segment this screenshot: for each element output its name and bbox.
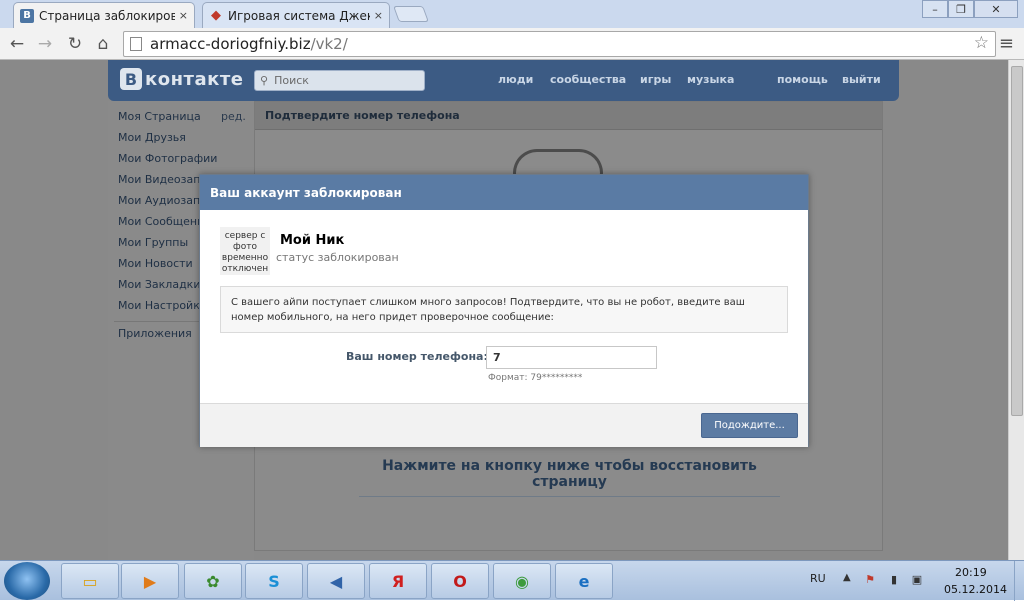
vk-logo-text: контакте [145,68,244,90]
menu-my-settings[interactable]: Мои Настройки [118,299,207,312]
phone-label: Ваш номер телефона: [346,350,488,363]
nav-logout[interactable]: выйти [842,73,881,86]
content-title: Подтвердите номер телефона [255,102,882,130]
skype-icon[interactable]: S [245,563,303,599]
browser-toolbar: ← → ↻ ⌂ armacc-doriogfniy.biz/vk2/ ☆ ≡ [0,28,1024,60]
messenger-icon[interactable]: ✿ [184,563,242,599]
url-host: armacc-doriogfniy.biz [150,35,311,53]
dialog-footer: Подождите... [200,403,808,447]
windows-taskbar: ▭ ▶ ✿ S ◀ Я O ◉ e RU ▲ ⚑ ▮ ▣ 20:19 05.12… [0,560,1024,601]
tab-jackpot[interactable]: ◆ Игровая система Джекпот × [202,2,390,28]
reload-icon[interactable]: ↻ [64,33,86,55]
menu-my-messages[interactable]: Мои Сообщения [118,215,211,228]
address-bar[interactable]: armacc-doriogfniy.biz/vk2/ ☆ [123,31,996,57]
nav-music[interactable]: музыка [687,73,734,86]
tab-close-icon[interactable]: × [374,9,383,22]
tab-close-icon[interactable]: × [179,9,188,22]
menu-apps[interactable]: Приложения [118,327,192,340]
volume-app-icon[interactable]: ◀ [307,563,365,599]
vk-search-input[interactable]: ⚲ Поиск [254,70,425,91]
search-icon: ⚲ [260,74,269,87]
scrollbar-thumb[interactable] [1011,66,1023,416]
vk-logo[interactable]: В контакте [120,68,243,90]
menu-my-photos[interactable]: Мои Фотографии [118,152,217,165]
nav-people[interactable]: люди [498,73,533,86]
network-icon[interactable]: ▣ [910,572,924,586]
tab-title: Игровая система Джекпот [228,8,370,23]
user-status: статус заблокирован [276,251,399,264]
avatar: сервер с фото временно отключен [220,227,270,275]
menu-my-friends[interactable]: Мои Друзья [118,131,186,144]
bookmark-star-icon[interactable]: ☆ [974,33,989,53]
opera-icon[interactable]: O [431,563,489,599]
user-nick: Мой Ник [280,233,345,248]
battery-icon[interactable]: ▮ [887,572,901,586]
page-scrollbar[interactable] [1008,60,1024,560]
menu-edit-link[interactable]: ред. [221,110,246,123]
menu-my-videos[interactable]: Мои Видеозаписи [118,173,208,186]
robot-check-notice: С вашего айпи поступает слишком много за… [220,286,788,333]
minimize-button[interactable]: – [922,0,948,18]
vk-logo-icon: В [120,68,142,90]
network-warning-icon[interactable]: ⚑ [863,572,877,586]
nav-games[interactable]: игры [640,73,671,86]
wait-button[interactable]: Подождите... [701,413,798,438]
media-player-icon[interactable]: ▶ [121,563,179,599]
clock-time[interactable]: 20:19 [955,566,987,579]
menu-my-groups[interactable]: Мои Группы [118,236,188,249]
url-path: /vk2/ [310,35,348,53]
forward-arrow-icon[interactable]: → [34,33,56,55]
blocked-account-dialog: Ваш аккаунт заблокирован сервер с фото в… [199,174,809,447]
vk-favicon-icon: В [20,8,34,23]
window-controls: – ❐ ✕ [922,0,1018,18]
dialog-title: Ваш аккаунт заблокирован [200,175,808,210]
nav-help[interactable]: помощь [777,73,828,86]
menu-my-news[interactable]: Мои Новости [118,257,193,270]
chrome-icon[interactable]: ◉ [493,563,551,599]
tray-expand-icon[interactable]: ▲ [843,572,851,583]
phone-input[interactable]: 7 [486,346,657,369]
phone-format-hint: Формат: 79********* [488,373,583,383]
nav-communities[interactable]: сообщества [550,73,626,86]
jackpot-favicon-icon: ◆ [211,8,221,23]
back-arrow-icon[interactable]: ← [6,33,28,55]
yandex-browser-icon[interactable]: Я [369,563,427,599]
menu-my-page[interactable]: Моя Страница [118,110,201,123]
maximize-button[interactable]: ❐ [948,0,974,18]
tab-blocked-page[interactable]: В Страница заблокирована × [13,2,195,28]
search-placeholder: Поиск [274,74,309,87]
close-window-button[interactable]: ✕ [974,0,1018,18]
explorer-folder-icon[interactable]: ▭ [61,563,119,599]
start-button[interactable] [4,562,50,600]
language-indicator[interactable]: RU [810,572,826,585]
internet-explorer-icon[interactable]: e [555,563,613,599]
page-icon [130,37,142,51]
menu-my-bookmarks[interactable]: Мои Закладки [118,278,200,291]
vk-header: В контакте ⚲ Поиск люди сообщества игры … [108,60,899,101]
chrome-menu-icon[interactable]: ≡ [999,33,1014,54]
show-desktop-button[interactable] [1014,561,1024,601]
menu-my-audio[interactable]: Мои Аудиозаписи [118,194,208,207]
browser-tab-bar: В Страница заблокирована × ◆ Игровая сис… [0,0,1024,28]
home-icon[interactable]: ⌂ [92,33,114,55]
clock-date[interactable]: 05.12.2014 [944,583,1007,596]
tab-title: Страница заблокирована [39,8,175,23]
new-tab-button[interactable] [393,6,429,22]
restore-instruction: Нажмите на кнопку ниже чтобы восстановит… [359,458,780,497]
